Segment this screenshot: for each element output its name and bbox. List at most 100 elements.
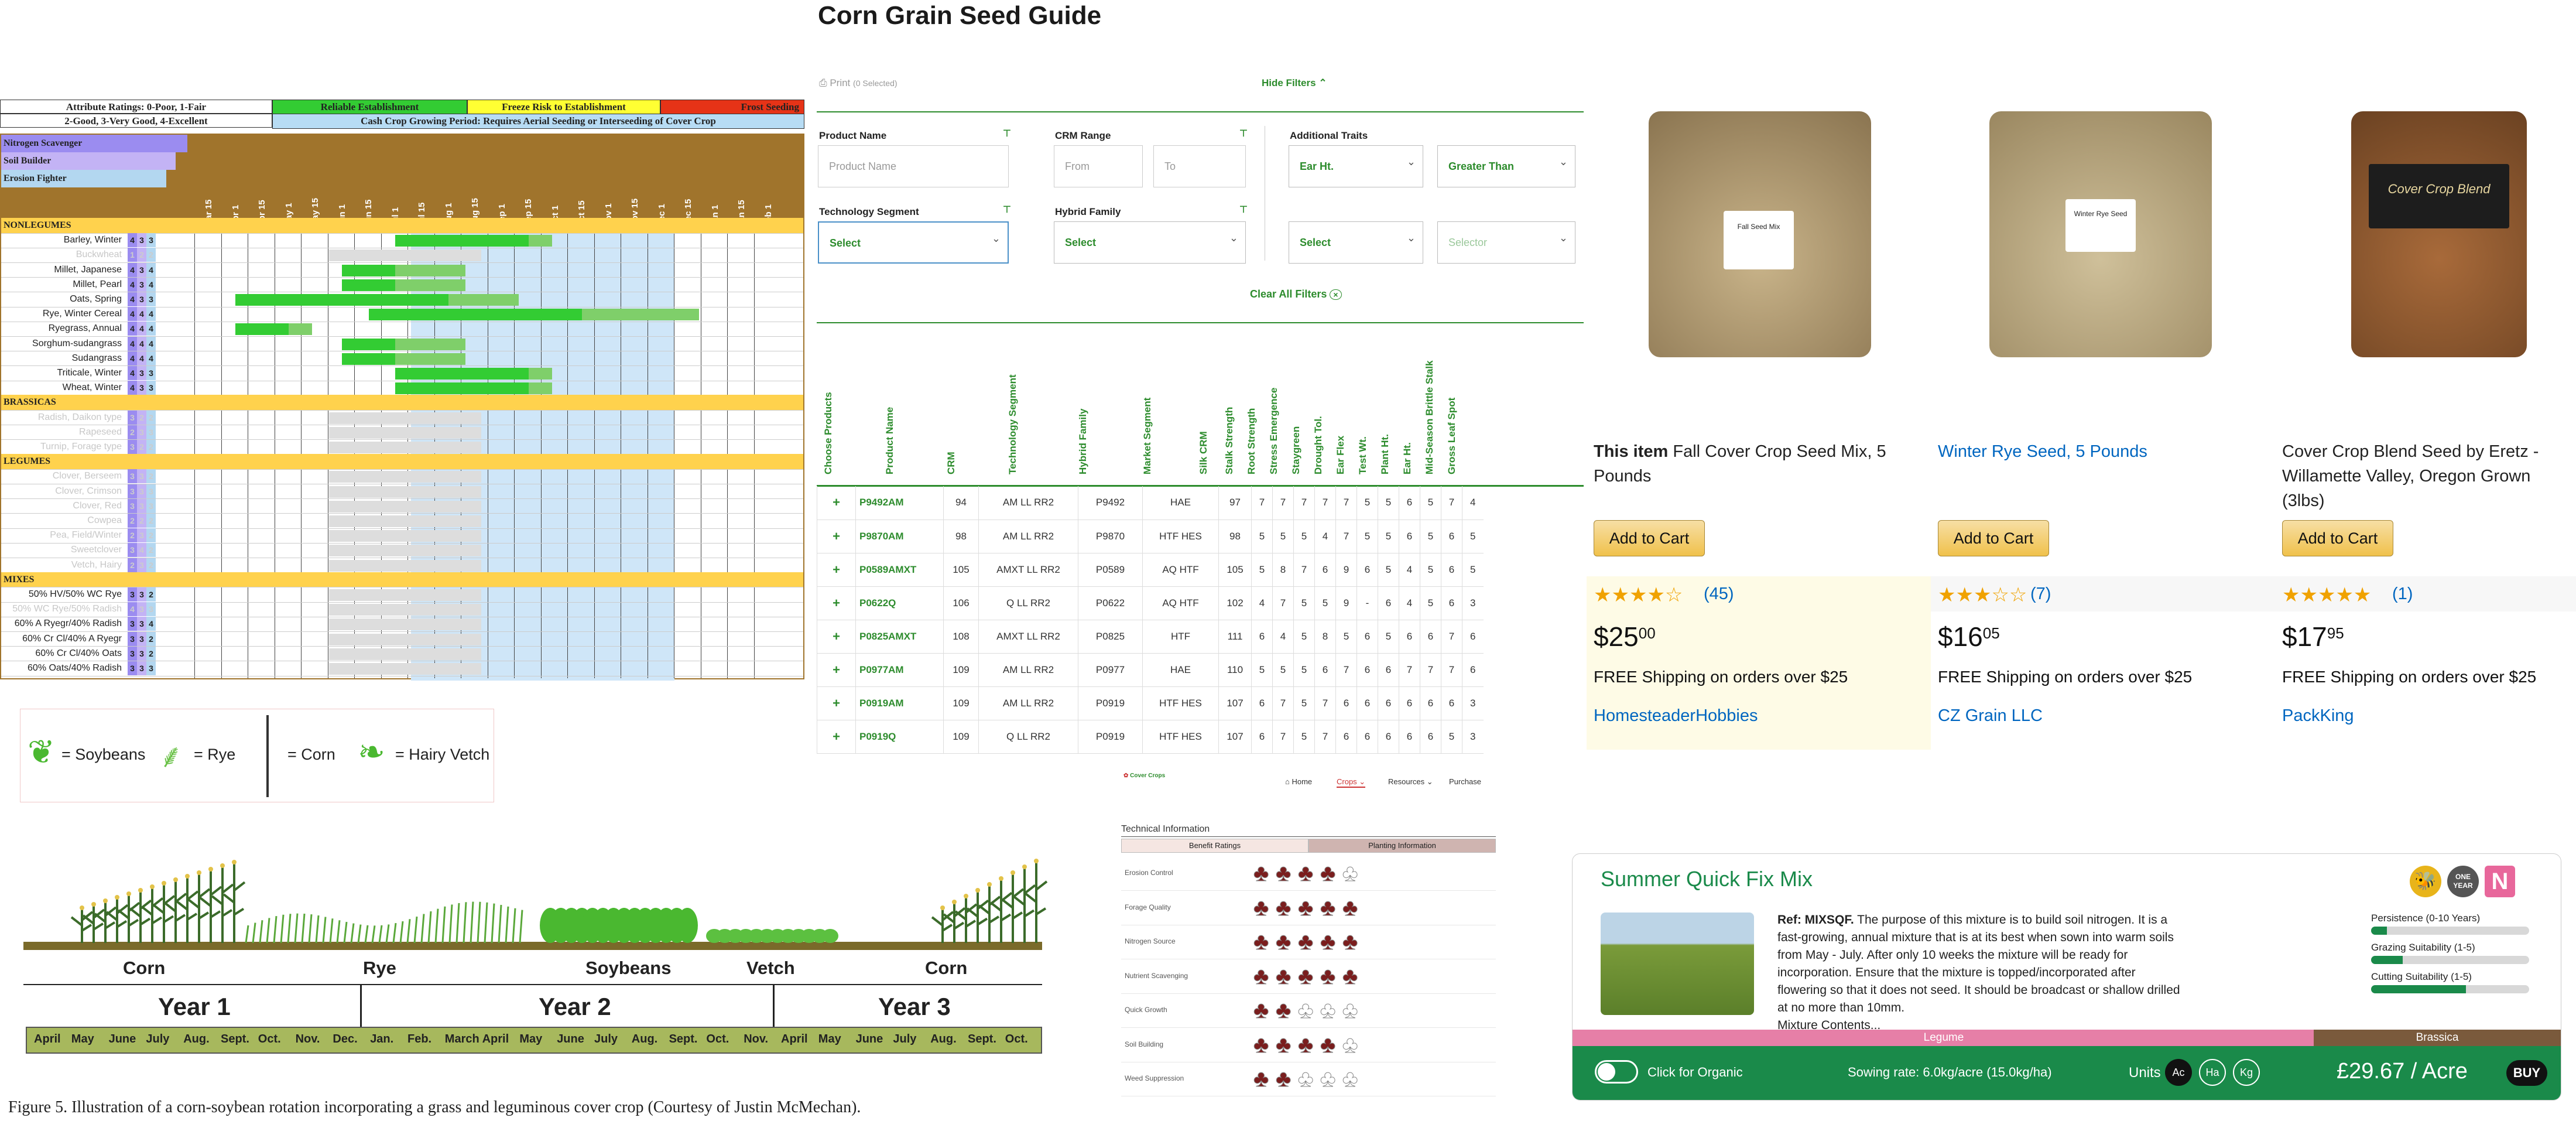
- add-product-button[interactable]: +: [817, 653, 856, 687]
- add-to-cart-button[interactable]: Add to Cart: [2282, 520, 2393, 556]
- add-product-button[interactable]: +: [817, 486, 856, 520]
- technology-segment-select[interactable]: Select: [818, 218, 1009, 264]
- clover-filled-icon: ♣: [1253, 963, 1269, 989]
- add-product-button[interactable]: +: [817, 586, 856, 620]
- column-header[interactable]: Market Segment: [1142, 328, 1153, 474]
- add-product-button[interactable]: +: [817, 620, 856, 654]
- add-product-button[interactable]: +: [817, 520, 856, 553]
- column-header[interactable]: Plant Ht.: [1379, 328, 1391, 474]
- organic-toggle[interactable]: [1595, 1060, 1638, 1084]
- column-header[interactable]: Ear Ht.: [1402, 328, 1413, 474]
- selector-select[interactable]: Selector: [1437, 217, 1575, 264]
- table-row: + P0622Q 106 Q LL RR2 P0622 AQ HTF 102 4 7 5 5 9-6 4…: [817, 586, 1484, 620]
- crm-to-input[interactable]: To: [1153, 145, 1246, 187]
- table-cell: P0977: [1078, 653, 1143, 687]
- column-header[interactable]: Test Wt.: [1357, 328, 1369, 474]
- review-count-link[interactable]: (1): [2392, 585, 2413, 604]
- nav-resources[interactable]: Resources ⌄: [1388, 777, 1433, 787]
- filter-icon[interactable]: ⊤: [1239, 128, 1248, 139]
- column-header[interactable]: Staygreen: [1290, 328, 1302, 474]
- add-product-button[interactable]: +: [817, 553, 856, 587]
- product-title-link[interactable]: Cover Crop Blend Seed by Eretz - Willame…: [2282, 439, 2575, 513]
- print-button[interactable]: ⎙ Print (0 Selected): [819, 77, 898, 89]
- column-header[interactable]: Root Strength: [1246, 328, 1258, 474]
- product-title-link[interactable]: Winter Rye Seed, 5 Pounds: [1938, 439, 2266, 464]
- crop-row: Radish, Daikon type 3 2 2: [1, 410, 803, 426]
- logo[interactable]: ✿ Cover Crops: [1123, 773, 1170, 791]
- table-cell: 7: [1441, 486, 1462, 520]
- rye-plant: [329, 918, 334, 944]
- star-rating-icon[interactable]: ★★★★★: [2282, 583, 2371, 607]
- product-name-link[interactable]: P9492AM: [855, 486, 944, 520]
- column-header[interactable]: Mid-Season Brittle Stalk: [1424, 328, 1436, 474]
- clear-all-filters-button[interactable]: Clear All Filters ×: [1250, 288, 1342, 300]
- review-count-link[interactable]: (45): [1704, 585, 1734, 604]
- unit-acre-button[interactable]: Ac: [2165, 1059, 2192, 1086]
- faded-bar: [329, 648, 481, 660]
- vetch-icon: ❧: [358, 733, 385, 770]
- tab-planting-information[interactable]: Planting Information: [1308, 839, 1496, 853]
- hide-filters-link[interactable]: Hide Filters ⌃: [1262, 77, 1327, 89]
- buy-button[interactable]: BUY: [2506, 1060, 2547, 1086]
- growth-bar: [395, 353, 465, 365]
- crop-row: 60% Oats/40% Radish 3 3 3: [1, 661, 803, 676]
- column-header[interactable]: Gross Leaf Spot: [1446, 328, 1458, 474]
- tab-benefit-ratings[interactable]: Benefit Ratings: [1121, 839, 1308, 853]
- unit-kg-button[interactable]: Kg: [2233, 1059, 2260, 1086]
- column-header[interactable]: CRM: [946, 328, 957, 474]
- product-name-link[interactable]: P9870AM: [855, 520, 944, 553]
- review-count-link[interactable]: (7): [2030, 585, 2051, 604]
- add-to-cart-button[interactable]: Add to Cart: [1938, 520, 2049, 556]
- corn-tassel: [173, 877, 178, 882]
- clover-filled-icon: ♣: [1275, 894, 1292, 921]
- product-name-link[interactable]: P0589AMXT: [855, 553, 944, 587]
- clover-filled-icon: ♣: [1297, 929, 1314, 955]
- comparator-select[interactable]: Greater Than: [1437, 141, 1575, 187]
- trait-select-2[interactable]: Select: [1289, 217, 1423, 264]
- month-label: July: [146, 1033, 170, 1045]
- crm-from-input[interactable]: From: [1054, 145, 1143, 187]
- filter-icon[interactable]: ⊤: [1239, 204, 1248, 216]
- seller-link[interactable]: CZ Grain LLC: [1938, 706, 2043, 726]
- product-name-link[interactable]: P0622Q: [855, 586, 944, 620]
- rye-plant: [455, 903, 460, 944]
- hybrid-family-select[interactable]: Select: [1054, 217, 1246, 264]
- product-name-input[interactable]: Product Name: [818, 145, 1009, 187]
- column-header[interactable]: Stress Emergence: [1268, 328, 1280, 474]
- nav-home[interactable]: ⌂ Home: [1285, 777, 1312, 786]
- nav-crops[interactable]: Crops ⌄: [1337, 777, 1366, 788]
- table-cell: 6: [1399, 486, 1420, 520]
- crop-row: Turnip, Forage type 3 2 2: [1, 439, 803, 455]
- product-name-link[interactable]: P0825AMXT: [855, 620, 944, 654]
- column-header[interactable]: Stalk Strength: [1224, 328, 1235, 474]
- column-header[interactable]: Drought Tol.: [1313, 328, 1324, 474]
- column-header[interactable]: Technology Segment: [1007, 328, 1019, 474]
- establishment-bar: [368, 309, 582, 321]
- product-image[interactable]: Winter Rye Seed: [1989, 111, 2212, 357]
- seller-link[interactable]: PackKing: [2282, 706, 2354, 726]
- rating-cell: 3: [128, 440, 137, 454]
- nav-purchase[interactable]: Purchase: [1449, 777, 1481, 786]
- filter-icon[interactable]: ⊤: [1003, 204, 1011, 216]
- star-rating-icon[interactable]: ★★★★☆: [1594, 583, 1683, 607]
- month-label: Sept.: [968, 1033, 996, 1045]
- table-cell: 5: [1293, 586, 1315, 620]
- column-header[interactable]: Product Name: [884, 328, 896, 474]
- establishment-bar: [342, 264, 395, 276]
- month-label: April: [781, 1033, 808, 1045]
- column-header[interactable]: Hybrid Family: [1077, 328, 1089, 474]
- rye-plant: [477, 901, 481, 944]
- filter-icon[interactable]: ⊤: [1003, 128, 1011, 139]
- column-header[interactable]: Ear Flex: [1335, 328, 1347, 474]
- product-image[interactable]: Fall Seed Mix: [1649, 111, 1871, 357]
- seller-link[interactable]: HomesteaderHobbies: [1594, 706, 1758, 726]
- product-image[interactable]: Cover Crop Blend: [2351, 111, 2527, 357]
- column-header[interactable]: Choose Products: [823, 328, 834, 474]
- rating-cell: 4: [146, 277, 156, 292]
- add-to-cart-button[interactable]: Add to Cart: [1594, 520, 1705, 556]
- product-name-link[interactable]: P0977AM: [855, 653, 944, 687]
- trait-select[interactable]: Ear Ht.: [1289, 141, 1423, 187]
- unit-hectare-button[interactable]: Ha: [2199, 1059, 2226, 1086]
- column-header[interactable]: Silk CRM: [1198, 328, 1210, 474]
- star-rating-icon[interactable]: ★★★☆☆: [1938, 583, 2027, 607]
